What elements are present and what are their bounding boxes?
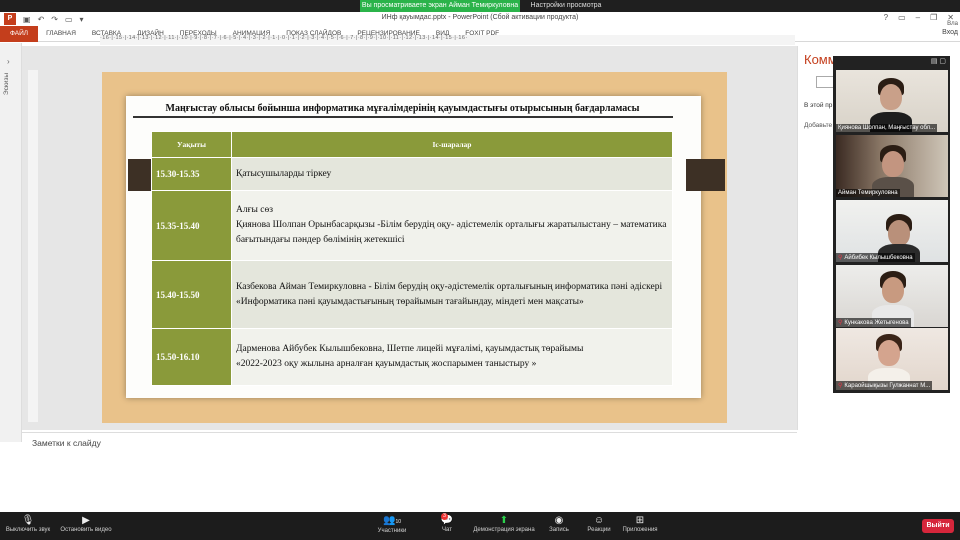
slide-title[interactable]: Маңғыстау облысы бойынша информатика мұғ… — [130, 102, 675, 118]
participant-name: ⚲ Караойшықызы Гулжаннат М... — [836, 381, 933, 390]
mic-muted-icon: ⚲ — [838, 255, 843, 261]
activity-line: Казбекова Айман Темиркуловна - Білім бер… — [236, 281, 663, 292]
participant-name: Айман Темиркуловна — [836, 189, 900, 197]
vertical-ruler — [28, 70, 38, 422]
chat-badge: 3 — [441, 513, 448, 520]
participant-tile[interactable]: Қиянова Шолпан, Маңғыстау обл... — [836, 70, 948, 132]
view-options-button[interactable]: Настройки просмотра ⌄ — [528, 0, 604, 21]
agenda-table[interactable]: Уақыты Іс-шаралар 15.30-15.35 Қатысушыла… — [151, 131, 673, 386]
time-cell: 15.40-15.50 — [151, 260, 232, 329]
activity-cell: Казбекова Айман Темиркуловна - Білім бер… — [231, 260, 673, 329]
activity-line: Қиянова Шолпан Орынбасарқызы -Білім беру… — [236, 220, 667, 245]
thumbnails-pane[interactable]: › Эскизы — [0, 43, 22, 442]
comments-info: В этой пр — [804, 102, 833, 109]
activity-cell: Дарменова Айбубек Кылышбековна, Шетпе ли… — [231, 328, 673, 386]
tab-home[interactable]: ГЛАВНАЯ — [38, 26, 84, 42]
zoom-toolbar: 🎙 Выключить звук ▶ Остановить видео 👥10 … — [0, 512, 960, 540]
window-controls: ? ▭ – ❐ ✕ — [884, 13, 954, 22]
window-title: ИНф қауымдас.pptx - PowerPoint (Сбой акт… — [381, 14, 579, 21]
time-cell: 15.50-16.10 — [151, 328, 232, 386]
apps-icon: ⊞ — [635, 515, 645, 526]
participant-tile[interactable]: ⚲ Айбибек Кылышбековна — [836, 200, 948, 262]
gallery-view-icon[interactable]: ▤ ▢ — [931, 57, 946, 65]
table-row: 15.30-15.35 Қатысушыларды тіркеу — [151, 157, 673, 191]
table-row: 15.35-15.40 Алғы сөз Қиянова Шолпан Орын… — [151, 190, 673, 261]
chat-icon: 💬 3 — [440, 513, 454, 526]
horizontal-ruler: ·16·|·15·|·14·|·13·|·12·|·11·|·10·|·9·|·… — [100, 35, 795, 45]
participant-name: ⚲ Айбибек Кылышбековна — [836, 253, 915, 262]
participant-name: ⚲ Кункакова Жетыгенова — [836, 318, 911, 327]
participants-icon: 👥10 — [382, 515, 401, 526]
help-icon[interactable]: ? — [884, 13, 888, 22]
zoom-share-banner: Вы просматриваете экран Айман Темиркулов… — [0, 0, 960, 21]
time-cell: 15.35-15.40 — [151, 190, 232, 261]
tab-file[interactable]: ФАЙЛ — [0, 25, 39, 42]
comments-header: Комм — [804, 52, 837, 67]
microphone-icon: 🎙 — [21, 515, 35, 526]
activity-line: Қатысушыларды тіркеу — [236, 168, 332, 179]
participants-button[interactable]: 👥10 Участники — [370, 515, 414, 534]
notes-pane[interactable]: Заметки к слайду — [22, 432, 797, 500]
reactions-button[interactable]: ☺ Реакции — [584, 515, 614, 533]
activity-line: «2022-2023 оқу жылына арналған қауымдаст… — [236, 359, 537, 369]
mute-button[interactable]: 🎙 Выключить звук — [2, 515, 54, 533]
header-time: Уақыты — [151, 131, 232, 158]
table-row: 15.40-15.50 Казбекова Айман Темиркуловна… — [151, 260, 673, 329]
login-button[interactable]: Вход — [942, 29, 958, 36]
table-row: 15.50-16.10 Дарменова Айбубек Кылышбеков… — [151, 328, 673, 386]
share-screen-icon: ⬆ — [499, 515, 509, 526]
table-header-row: Уақыты Іс-шаралар — [151, 131, 673, 158]
comments-hint: Добавьте — [804, 122, 833, 129]
time-cell: 15.30-15.35 — [151, 157, 232, 191]
notes-placeholder: Заметки к слайду — [32, 438, 101, 448]
chat-button[interactable]: 💬 3 Чат — [432, 513, 462, 533]
minimize-icon[interactable]: – — [916, 13, 920, 22]
activity-line: Дарменова Айбубек Кылышбековна, Шетпе ли… — [236, 344, 584, 354]
activity-line: «Информатика пәні қауымдастығының төрайы… — [236, 296, 584, 307]
sharing-indicator: Вы просматриваете экран Айман Темиркулов… — [360, 0, 520, 12]
ribbon-display-icon[interactable]: ▭ — [898, 13, 906, 22]
restore-icon[interactable]: ❐ — [930, 13, 937, 22]
share-screen-button[interactable]: ⬆ Демонстрация экрана — [470, 515, 538, 533]
participant-tile[interactable]: ⚲ Кункакова Жетыгенова — [836, 265, 948, 327]
chevron-right-icon[interactable]: › — [7, 57, 10, 66]
slide-decor-right — [686, 159, 725, 191]
mic-muted-icon: ⚲ — [838, 383, 843, 389]
participant-tile[interactable]: Айман Темиркуловна — [836, 135, 948, 197]
apps-button[interactable]: ⊞ Приложения — [620, 515, 660, 533]
thumbnails-label: Эскизы — [3, 73, 10, 96]
gallery-header: ▤ ▢ — [833, 56, 950, 68]
mic-muted-icon: ⚲ — [838, 320, 843, 326]
title-bar: P ▣ ↶ ↷ ▭ ▾ ИНф қауымдас.pptx - PowerPoi… — [0, 12, 960, 27]
stop-video-button[interactable]: ▶ Остановить видео — [56, 515, 116, 533]
video-camera-icon: ▶ — [82, 515, 90, 526]
header-activity: Іс-шаралар — [231, 131, 673, 158]
activity-line: Алғы сөз — [236, 205, 273, 215]
participant-tile[interactable]: ⚲ Караойшықызы Гулжаннат М... — [836, 328, 948, 390]
activity-cell: Қатысушыларды тіркеу — [231, 157, 673, 191]
participant-name: Қиянова Шолпан, Маңғыстау обл... — [836, 124, 938, 132]
record-button[interactable]: ◉ Запись — [544, 515, 574, 533]
activity-cell: Алғы сөз Қиянова Шолпан Орынбасарқызы -Б… — [231, 190, 673, 261]
reactions-icon: ☺ — [593, 515, 605, 526]
leave-button[interactable]: Выйти — [922, 519, 954, 533]
record-icon: ◉ — [554, 515, 564, 526]
